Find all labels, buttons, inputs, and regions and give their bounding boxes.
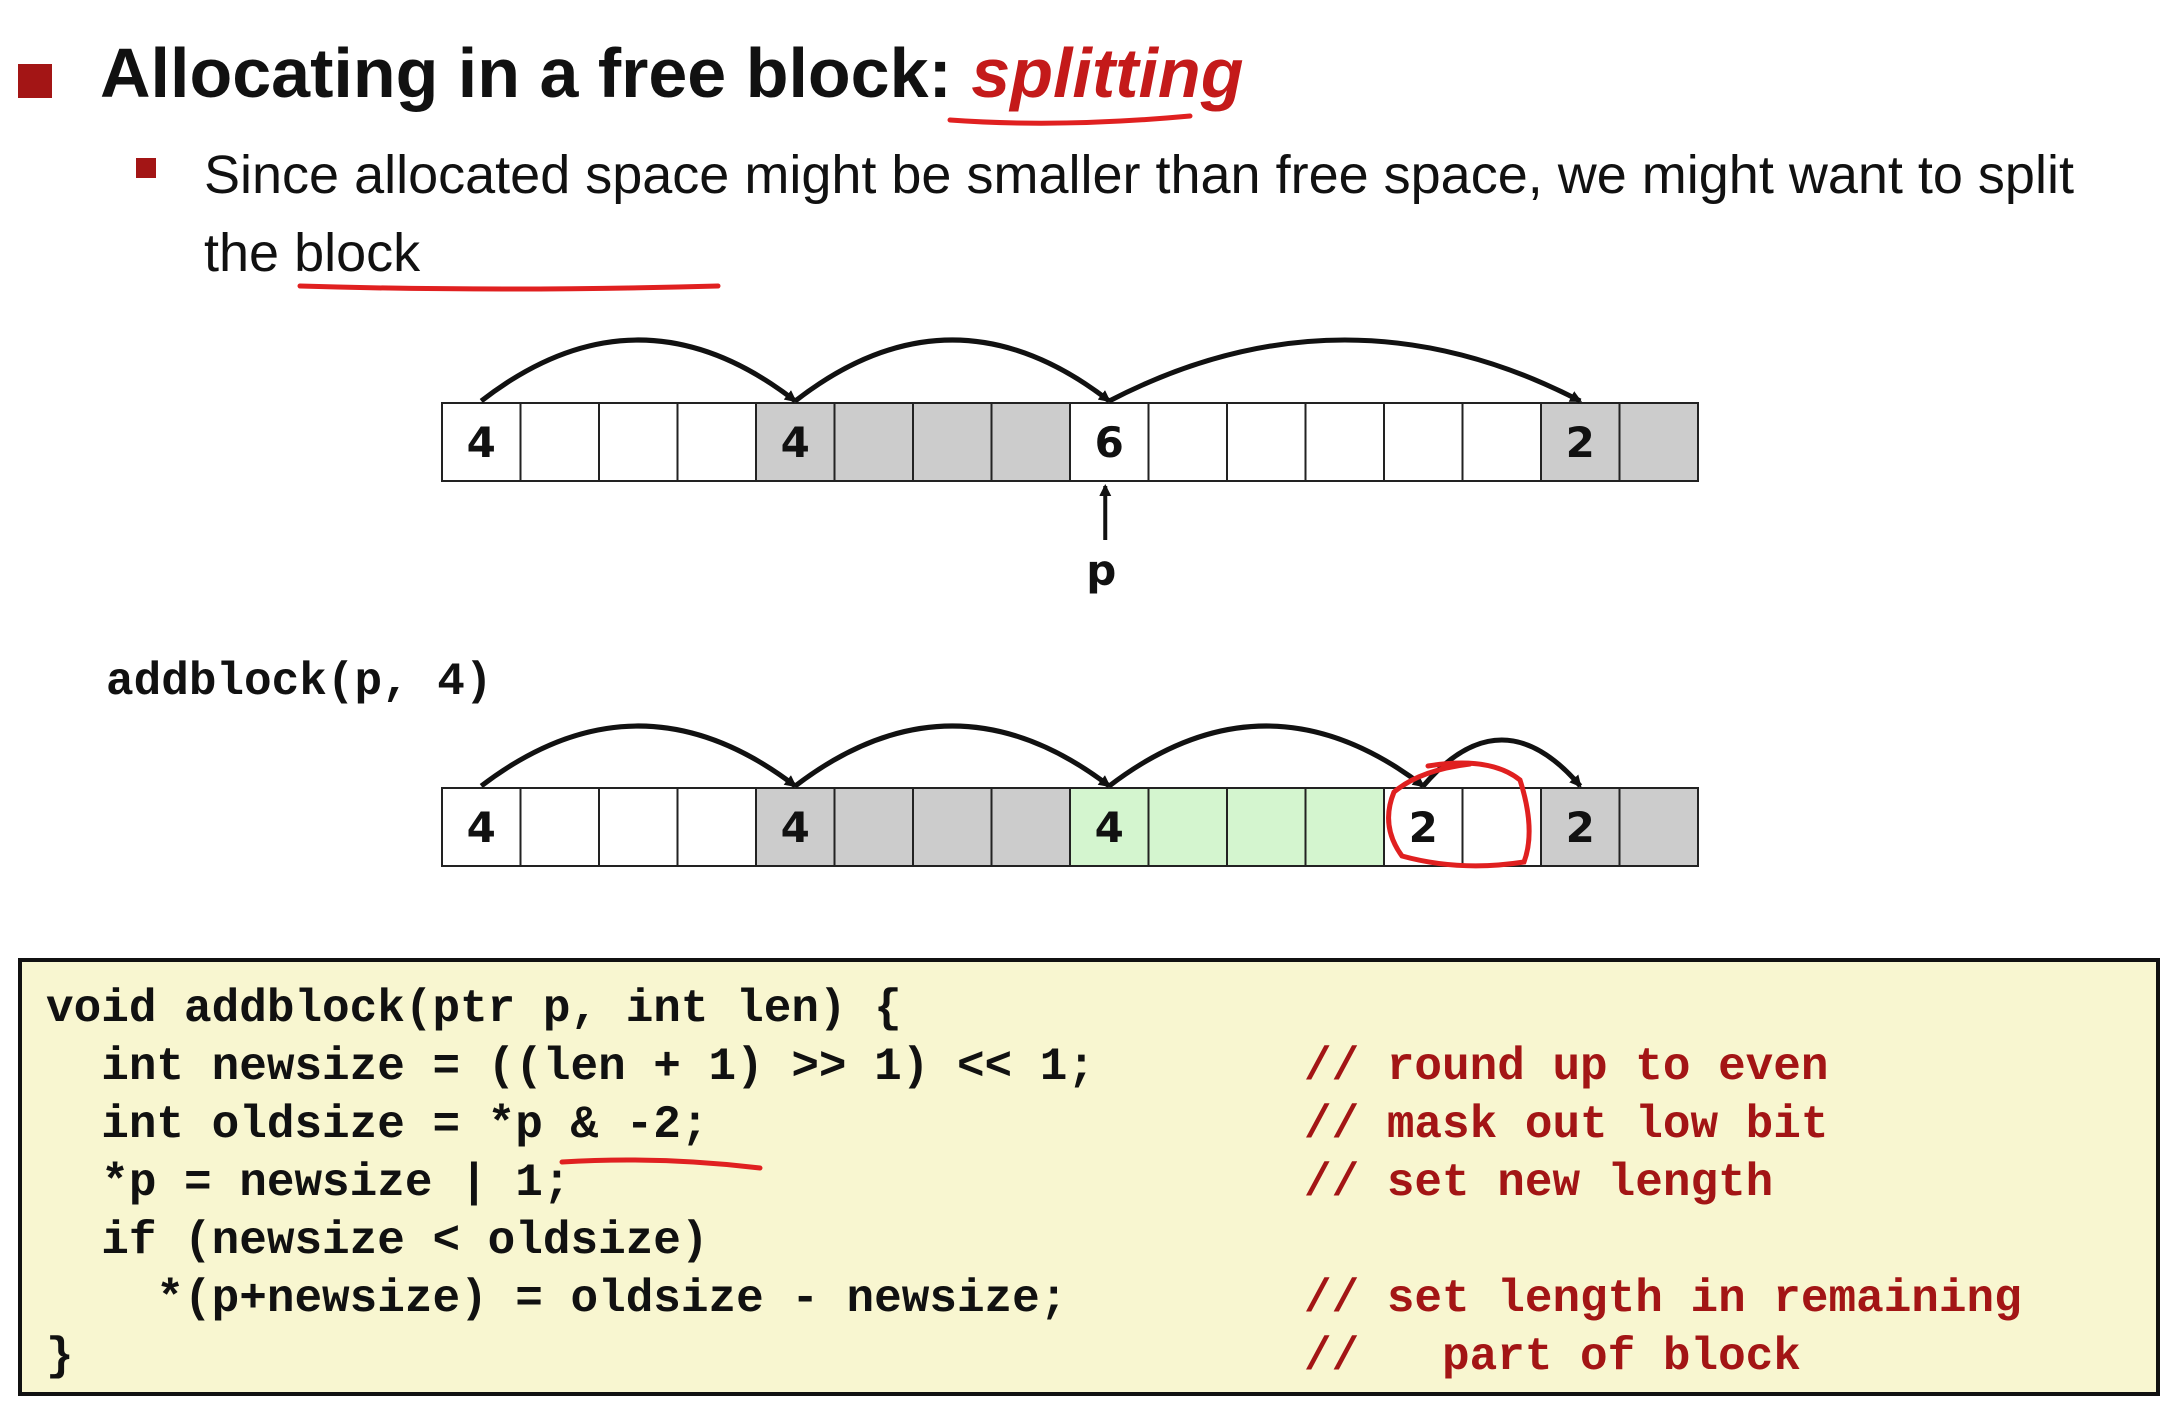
heap-cell-label: 2: [1566, 418, 1595, 467]
heap-cell: [1147, 787, 1228, 867]
pointer-marker: p: [1086, 484, 1116, 595]
heap-cell: [990, 787, 1071, 867]
heap-cell: [833, 402, 914, 482]
code-line: *p = newsize | 1;: [46, 1157, 571, 1209]
heap-cell: [519, 402, 600, 482]
heap-cell: [1304, 787, 1385, 867]
pointer-label: p: [1086, 546, 1116, 595]
call-label: addblock(p, 4): [106, 656, 493, 708]
heap-cell: [1226, 402, 1307, 482]
heap-cell: [1226, 787, 1307, 867]
code-line: if (newsize < oldsize): [46, 1215, 709, 1267]
heap-cell-label: 4: [781, 418, 810, 467]
free-list-link-arrow: [1421, 737, 1583, 788]
free-list-link-arrow: [793, 723, 1111, 788]
heap-cell: [676, 402, 757, 482]
heap-cell: [598, 787, 679, 867]
heap-cell-label: 6: [1095, 418, 1124, 467]
code-comment: // mask out low bit: [1304, 1099, 1829, 1151]
heap-cell-label: 4: [781, 803, 810, 852]
code-line: *(p+newsize) = oldsize - newsize;: [46, 1273, 1068, 1325]
free-list-link-arrow: [793, 337, 1111, 403]
code-line: int oldsize = *p & -2;: [46, 1099, 709, 1151]
free-list-link-arrow: [479, 337, 797, 403]
free-list-link-arrow: [479, 723, 797, 788]
heap-cell: [912, 787, 993, 867]
code-line: int newsize = ((len + 1) >> 1) << 1;: [46, 1041, 1095, 1093]
free-list-link-arrow: [1108, 337, 1583, 404]
heap-cell-label: 2: [1409, 803, 1438, 852]
code-comment: // set new length: [1304, 1157, 1774, 1209]
slide: Allocating in a free block: splitting Si…: [0, 0, 2184, 1412]
heap-cell: [598, 402, 679, 482]
code-box: void addblock(ptr p, int len) { int news…: [18, 958, 2160, 1396]
heap-cell-label: 4: [1095, 803, 1124, 852]
code-comment: // part of block: [1304, 1331, 1801, 1383]
heap-row-after: 4 4 4 2 2: [441, 723, 1699, 867]
heap-cell: [1618, 787, 1699, 867]
heap-cell: [912, 402, 993, 482]
heap-cell-label: 4: [467, 418, 496, 467]
heap-cell: [676, 787, 757, 867]
heap-cell: [1383, 402, 1464, 482]
heap-cell-label: 4: [467, 803, 496, 852]
code-comment: // round up to even: [1304, 1041, 1829, 1093]
heap-cell: [1461, 787, 1542, 867]
heap-cell: [833, 787, 914, 867]
heap-cell: [1618, 402, 1699, 482]
code-comment: // set length in remaining: [1304, 1273, 2022, 1325]
heap-cell: [1147, 402, 1228, 482]
heap-row-before: 4 4 6 2: [441, 337, 1699, 482]
code-line: void addblock(ptr p, int len) {: [46, 983, 902, 1035]
heap-cell: [1461, 402, 1542, 482]
code-line: }: [46, 1331, 74, 1383]
heap-cell: [1304, 402, 1385, 482]
free-list-link-arrow: [1107, 723, 1425, 788]
heap-cell: [990, 402, 1071, 482]
heap-cell-label: 2: [1566, 803, 1595, 852]
heap-cell: [519, 787, 600, 867]
